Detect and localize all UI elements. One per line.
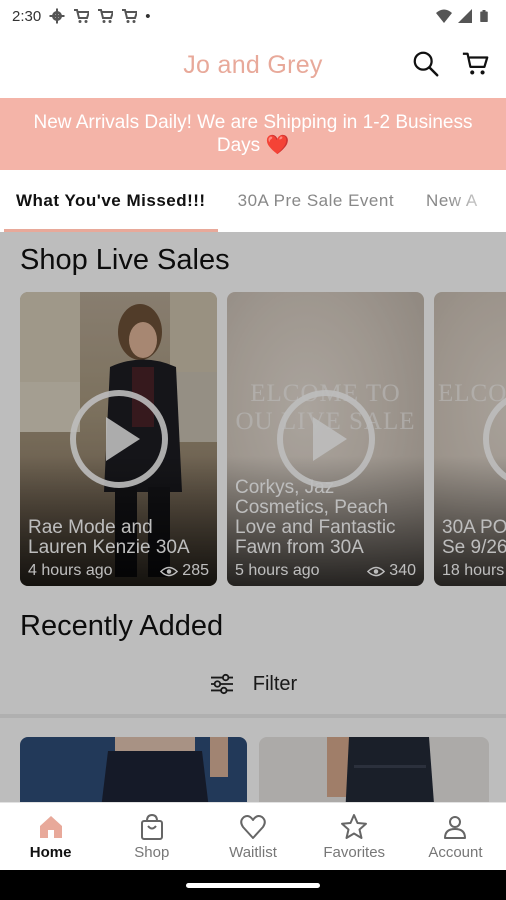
- dim-overlay: [0, 232, 506, 802]
- battery-icon: [478, 8, 494, 24]
- settings-gear-icon: [49, 8, 65, 24]
- app-header: Jo and Grey: [0, 32, 506, 98]
- brand-title: Jo and Grey: [183, 50, 323, 79]
- tab-30a-pre-sale-event[interactable]: 30A Pre Sale Event: [222, 170, 410, 232]
- nav-favorites-label: Favorites: [323, 843, 386, 861]
- search-button[interactable]: [410, 48, 442, 80]
- category-tabs: What You've Missed!!! 30A Pre Sale Event…: [0, 170, 506, 232]
- nav-favorites[interactable]: Favorites: [304, 803, 405, 870]
- search-icon: [413, 51, 439, 77]
- notification-dot: •: [145, 7, 151, 25]
- cell-signal-icon: [457, 8, 473, 24]
- wifi-icon: [436, 8, 452, 24]
- cart-notification-icon: [121, 8, 138, 24]
- nav-home-label: Home: [29, 843, 72, 861]
- cart-notification-icon: [73, 8, 90, 24]
- home-gesture-pill[interactable]: [186, 883, 320, 888]
- promo-banner[interactable]: New Arrivals Daily! We are Shipping in 1…: [0, 98, 506, 170]
- shopping-bag-icon: [140, 813, 163, 840]
- cart-notification-icon: [97, 8, 114, 24]
- status-bar: 2:30 •: [0, 0, 506, 32]
- promo-banner-text: New Arrivals Daily! We are Shipping in 1…: [33, 112, 473, 156]
- status-time: 2:30: [12, 7, 42, 25]
- nav-waitlist[interactable]: Waitlist: [202, 803, 303, 870]
- star-icon: [341, 813, 368, 839]
- heart-icon: [240, 814, 266, 839]
- nav-account-label: Account: [428, 843, 483, 861]
- account-icon: [444, 815, 467, 839]
- nav-waitlist-label: Waitlist: [229, 843, 277, 861]
- nav-shop-label: Shop: [134, 843, 170, 861]
- nav-shop[interactable]: Shop: [101, 803, 202, 870]
- tab-what-youve-missed[interactable]: What You've Missed!!!: [0, 170, 222, 232]
- nav-account[interactable]: Account: [405, 803, 506, 870]
- bottom-nav: Home Shop Waitlist Favorites Account: [0, 802, 506, 870]
- tabs-fade: [446, 170, 506, 232]
- cart-icon: [462, 52, 489, 75]
- nav-home[interactable]: Home: [0, 803, 101, 870]
- cart-button[interactable]: [460, 48, 492, 80]
- system-nav-bar: [0, 870, 506, 900]
- home-icon: [39, 815, 62, 838]
